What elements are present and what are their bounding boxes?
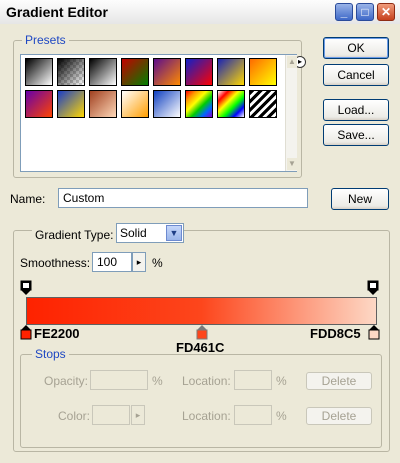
preset-swatch[interactable] xyxy=(57,90,85,118)
color-stop-fe2200-icon[interactable] xyxy=(20,324,32,340)
preset-swatch[interactable] xyxy=(25,58,53,86)
gradient-editor-window: Gradient Editor _ □ ✕ Presets ▸ ▲ ▼ OK C… xyxy=(0,0,400,463)
name-input[interactable]: Custom xyxy=(58,188,308,208)
opacity-input[interactable] xyxy=(90,370,148,390)
gradient-preview-bar[interactable] xyxy=(26,297,377,325)
preset-swatch[interactable] xyxy=(185,90,213,118)
close-button[interactable]: ✕ xyxy=(377,3,395,21)
color-menu-arrow-icon[interactable]: ▸ xyxy=(131,405,145,425)
preset-swatch[interactable] xyxy=(185,58,213,86)
preset-swatch[interactable] xyxy=(153,58,181,86)
opacity-location-unit: % xyxy=(276,374,287,388)
smoothness-unit: % xyxy=(152,256,163,270)
stop-label-left: FE2200 xyxy=(34,326,80,341)
preset-swatch[interactable] xyxy=(121,58,149,86)
color-stop-fdd8c5-icon[interactable] xyxy=(368,324,380,340)
preset-swatch[interactable] xyxy=(121,90,149,118)
chevron-down-icon[interactable]: ▼ xyxy=(166,225,182,241)
color-delete-button[interactable]: Delete xyxy=(306,407,372,425)
opacity-label: Opacity: xyxy=(44,374,89,388)
color-location-input[interactable] xyxy=(234,405,272,425)
gradient-type-select[interactable]: Solid ▼ xyxy=(116,223,184,243)
dialog-content: Presets ▸ ▲ ▼ OK Cancel Load... Save... … xyxy=(0,24,400,463)
maximize-button[interactable]: □ xyxy=(356,3,374,21)
smoothness-stepper-icon[interactable]: ▸ xyxy=(132,252,146,272)
presets-legend: Presets xyxy=(22,33,69,47)
stops-legend: Stops xyxy=(32,347,69,361)
presets-swatch-panel[interactable]: ▲ ▼ xyxy=(20,54,297,172)
stop-label-right: FDD8C5 xyxy=(310,326,361,341)
preset-swatch[interactable] xyxy=(217,90,245,118)
preset-swatch[interactable] xyxy=(89,58,117,86)
preset-swatch[interactable] xyxy=(153,90,181,118)
opacity-delete-button[interactable]: Delete xyxy=(306,372,372,390)
color-label: Color: xyxy=(58,409,91,423)
cancel-button[interactable]: Cancel xyxy=(323,64,389,86)
stop-label-middle: FD461C xyxy=(176,340,225,355)
minimize-button[interactable]: _ xyxy=(335,3,353,21)
ok-button[interactable]: OK xyxy=(323,37,389,59)
preset-swatch[interactable] xyxy=(249,90,277,118)
color-location-unit: % xyxy=(276,409,287,423)
name-label: Name: xyxy=(10,192,46,206)
save-button[interactable]: Save... xyxy=(323,124,389,146)
title-bar[interactable]: Gradient Editor _ □ ✕ xyxy=(0,0,400,24)
opacity-unit: % xyxy=(152,374,163,388)
preset-swatch[interactable] xyxy=(89,90,117,118)
opacity-stop-right-icon[interactable] xyxy=(367,280,379,296)
gradient-type-value: Solid xyxy=(120,226,147,240)
gradient-type-label: Gradient Type: xyxy=(32,228,117,242)
load-button[interactable]: Load... xyxy=(323,99,389,121)
color-stop-fd461c-icon[interactable] xyxy=(196,324,208,340)
presets-scrollbar[interactable]: ▲ ▼ xyxy=(285,55,297,171)
scroll-down-icon[interactable]: ▼ xyxy=(287,158,297,170)
smoothness-label: Smoothness: xyxy=(20,256,91,270)
opacity-location-input[interactable] xyxy=(234,370,272,390)
scroll-up-icon[interactable]: ▲ xyxy=(287,56,297,68)
opacity-stop-left-icon[interactable] xyxy=(20,280,32,296)
color-swatch-input[interactable] xyxy=(92,405,130,425)
preset-swatch[interactable] xyxy=(249,58,277,86)
stops-group xyxy=(20,354,382,448)
preset-swatch[interactable] xyxy=(217,58,245,86)
color-location-label: Location: xyxy=(182,409,231,423)
smoothness-input[interactable]: 100 xyxy=(92,252,132,272)
preset-swatch[interactable] xyxy=(57,58,85,86)
opacity-location-label: Location: xyxy=(182,374,231,388)
window-title: Gradient Editor xyxy=(6,4,108,20)
preset-swatch[interactable] xyxy=(25,90,53,118)
new-button[interactable]: New xyxy=(331,188,389,210)
